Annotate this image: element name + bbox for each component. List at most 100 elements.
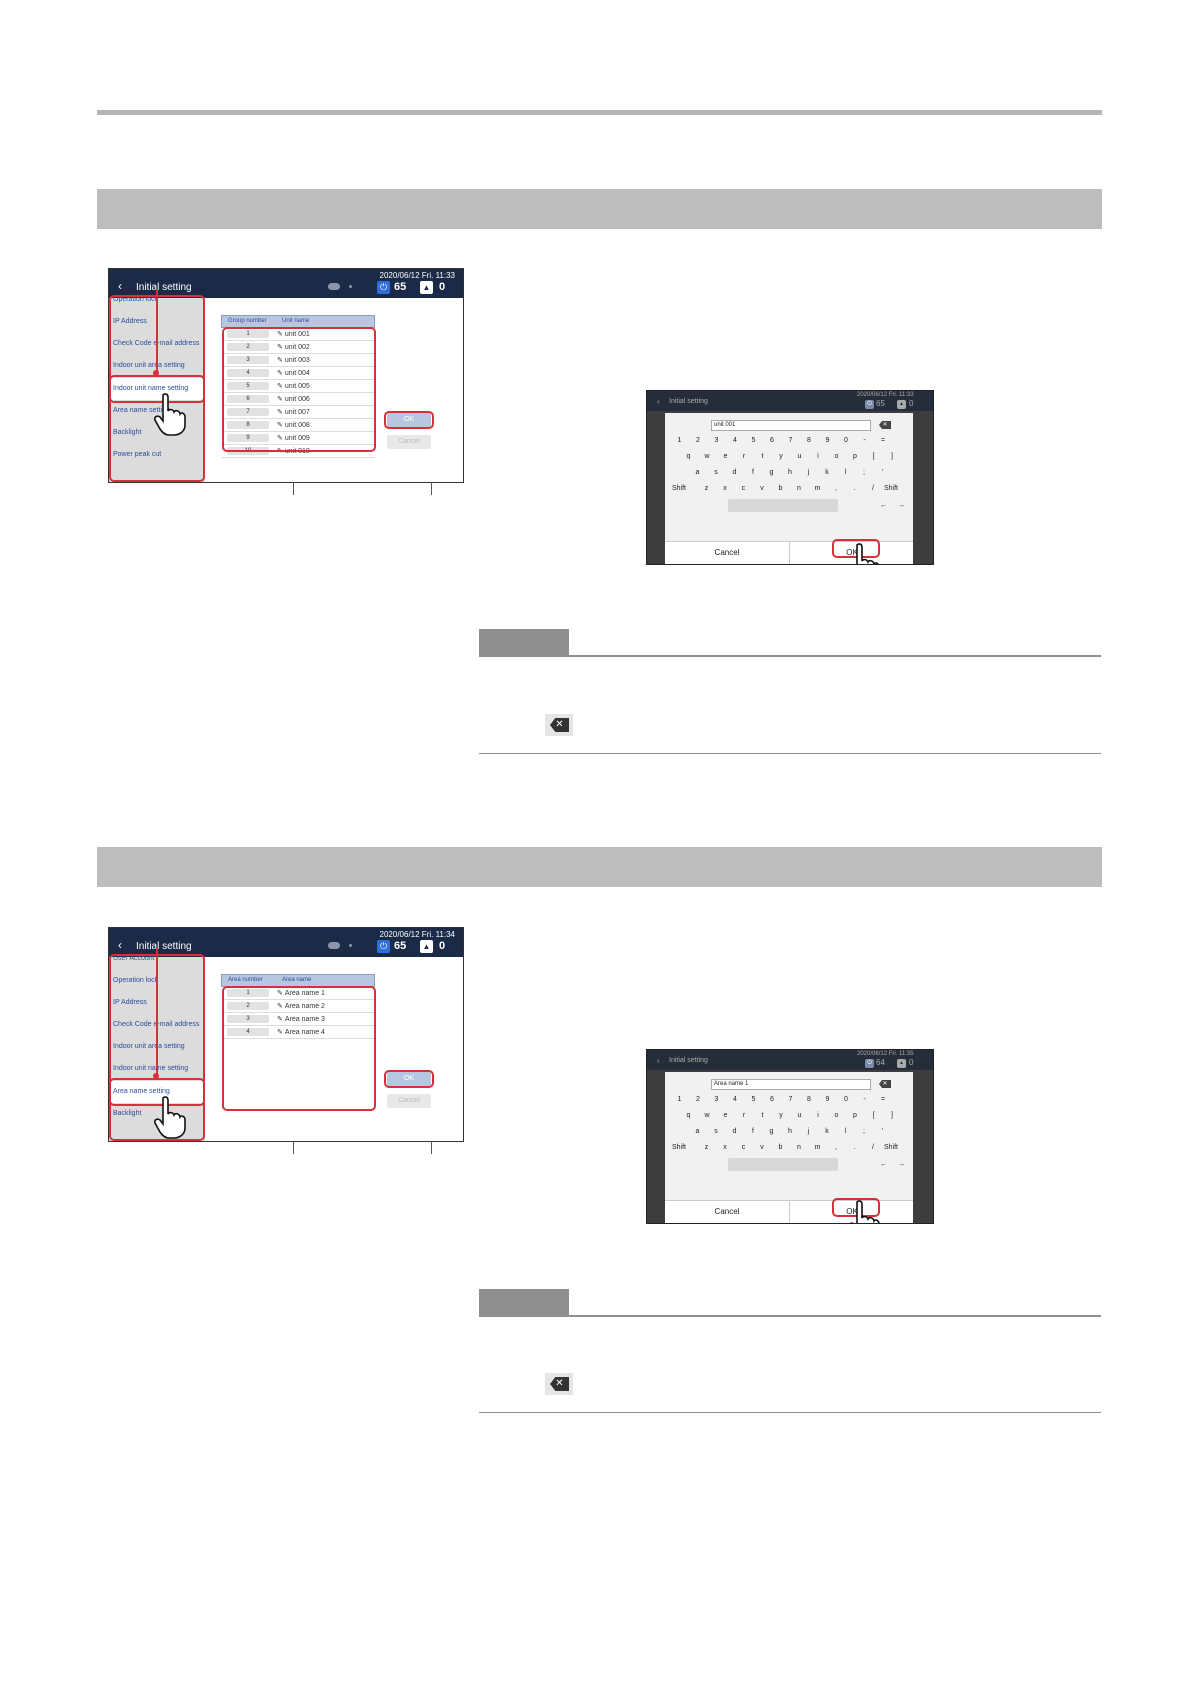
keyboard-key[interactable]: 8 bbox=[803, 1092, 816, 1105]
keyboard-key[interactable]: ← bbox=[877, 498, 890, 511]
cancel-button[interactable]: Cancel bbox=[387, 435, 431, 449]
keyboard-key[interactable]: u bbox=[793, 449, 806, 462]
keyboard-key[interactable]: y bbox=[775, 1108, 788, 1121]
keyboard-key[interactable]: t bbox=[756, 449, 769, 462]
keyboard-key[interactable]: m bbox=[811, 481, 824, 494]
keyboard-key[interactable]: ] bbox=[886, 449, 899, 462]
keyboard-key[interactable]: → bbox=[895, 1157, 908, 1170]
keyboard-key[interactable]: w bbox=[701, 1108, 714, 1121]
keyboard-key[interactable]: Shift bbox=[667, 1140, 691, 1153]
keyboard-key[interactable]: w bbox=[701, 449, 714, 462]
keyboard-key[interactable]: z bbox=[700, 1140, 713, 1153]
keyboard-key[interactable]: - bbox=[858, 433, 871, 446]
keyboard-key[interactable]: h bbox=[784, 465, 797, 478]
keyboard-key[interactable]: . bbox=[848, 481, 861, 494]
keyboard-key[interactable]: f bbox=[747, 465, 760, 478]
keyboard-key[interactable]: g bbox=[765, 465, 778, 478]
keyboard-key[interactable]: 1 bbox=[673, 433, 686, 446]
keyboard-key[interactable]: = bbox=[877, 433, 890, 446]
back-arrow-icon[interactable]: ‹ bbox=[657, 397, 660, 406]
backspace-icon[interactable]: ✕ bbox=[879, 1080, 891, 1088]
keyboard-key[interactable]: s bbox=[710, 1124, 723, 1137]
keyboard-key[interactable]: b bbox=[774, 481, 787, 494]
keyboard-key[interactable]: k bbox=[821, 465, 834, 478]
keyboard-key[interactable]: 2 bbox=[692, 433, 705, 446]
keyboard-key[interactable]: 7 bbox=[784, 433, 797, 446]
keyboard-key[interactable]: 3 bbox=[710, 1092, 723, 1105]
keyboard-key[interactable]: j bbox=[802, 465, 815, 478]
cancel-button[interactable]: Cancel bbox=[665, 542, 789, 564]
keyboard-key[interactable]: 6 bbox=[766, 433, 779, 446]
keyboard-key[interactable]: 0 bbox=[840, 1092, 853, 1105]
keyboard-key[interactable]: v bbox=[756, 481, 769, 494]
keyboard-key[interactable]: g bbox=[765, 1124, 778, 1137]
keyboard-key[interactable]: p bbox=[849, 1108, 862, 1121]
back-arrow-icon[interactable]: ‹ bbox=[118, 939, 122, 951]
keyboard-key[interactable]: 4 bbox=[729, 1092, 742, 1105]
keyboard-key[interactable]: - bbox=[858, 1092, 871, 1105]
keyboard-key[interactable]: j bbox=[802, 1124, 815, 1137]
keyboard-key[interactable]: e bbox=[719, 449, 732, 462]
keyboard-key[interactable]: 9 bbox=[821, 1092, 834, 1105]
keyboard-key[interactable]: x bbox=[719, 1140, 732, 1153]
keyboard-key[interactable]: / bbox=[867, 1140, 880, 1153]
keyboard-key[interactable]: 1 bbox=[673, 1092, 686, 1105]
keyboard-key[interactable]: [ bbox=[867, 1108, 880, 1121]
keyboard-key[interactable]: , bbox=[830, 481, 843, 494]
keyboard-key[interactable]: v bbox=[756, 1140, 769, 1153]
keyboard-key[interactable]: k bbox=[821, 1124, 834, 1137]
keyboard-key[interactable]: 3 bbox=[710, 433, 723, 446]
keyboard-key[interactable]: i bbox=[812, 449, 825, 462]
cancel-button[interactable]: Cancel bbox=[665, 1201, 789, 1223]
keyboard-key[interactable]: 5 bbox=[747, 433, 760, 446]
keyboard-key[interactable]: f bbox=[747, 1124, 760, 1137]
keyboard-key[interactable]: → bbox=[895, 498, 908, 511]
keyboard-key[interactable]: o bbox=[830, 1108, 843, 1121]
keyboard-key[interactable]: ] bbox=[886, 1108, 899, 1121]
keyboard-key[interactable]: b bbox=[774, 1140, 787, 1153]
keyboard-key[interactable]: x bbox=[719, 481, 732, 494]
keyboard-key[interactable]: n bbox=[793, 481, 806, 494]
keyboard-key[interactable]: Shift bbox=[667, 481, 691, 494]
backspace-icon[interactable]: ✕ bbox=[879, 421, 891, 429]
keyboard-key[interactable]: a bbox=[691, 465, 704, 478]
keyboard-key[interactable]: d bbox=[728, 465, 741, 478]
space-key[interactable] bbox=[728, 499, 838, 512]
text-input[interactable]: Area name 1 bbox=[711, 1079, 871, 1090]
text-input[interactable]: unit 001 bbox=[711, 420, 871, 431]
keyboard-key[interactable]: [ bbox=[867, 449, 880, 462]
keyboard-key[interactable]: l bbox=[839, 1124, 852, 1137]
keyboard-key[interactable]: 4 bbox=[729, 433, 742, 446]
keyboard-key[interactable]: , bbox=[830, 1140, 843, 1153]
keyboard-key[interactable]: ; bbox=[858, 465, 871, 478]
back-arrow-icon[interactable]: ‹ bbox=[118, 280, 122, 292]
keyboard-key[interactable]: q bbox=[682, 449, 695, 462]
keyboard-key[interactable]: r bbox=[738, 449, 751, 462]
back-arrow-icon[interactable]: ‹ bbox=[657, 1056, 660, 1065]
keyboard-key[interactable]: o bbox=[830, 449, 843, 462]
keyboard-key[interactable]: c bbox=[737, 1140, 750, 1153]
keyboard-key[interactable]: q bbox=[682, 1108, 695, 1121]
keyboard-key[interactable]: r bbox=[738, 1108, 751, 1121]
keyboard-key[interactable]: d bbox=[728, 1124, 741, 1137]
cancel-button[interactable]: Cancel bbox=[387, 1094, 431, 1108]
keyboard-key[interactable]: ' bbox=[876, 1124, 889, 1137]
space-key[interactable] bbox=[728, 1158, 838, 1171]
keyboard-key[interactable]: s bbox=[710, 465, 723, 478]
keyboard-key[interactable]: n bbox=[793, 1140, 806, 1153]
keyboard-key[interactable]: Shift bbox=[879, 481, 903, 494]
keyboard-key[interactable]: z bbox=[700, 481, 713, 494]
keyboard-key[interactable]: i bbox=[812, 1108, 825, 1121]
keyboard-key[interactable]: = bbox=[877, 1092, 890, 1105]
keyboard-key[interactable]: 5 bbox=[747, 1092, 760, 1105]
keyboard-key[interactable]: h bbox=[784, 1124, 797, 1137]
keyboard-key[interactable]: . bbox=[848, 1140, 861, 1153]
toggle-icon[interactable] bbox=[328, 942, 340, 949]
keyboard-key[interactable]: m bbox=[811, 1140, 824, 1153]
keyboard-key[interactable]: l bbox=[839, 465, 852, 478]
keyboard-key[interactable]: y bbox=[775, 449, 788, 462]
keyboard-key[interactable]: 2 bbox=[692, 1092, 705, 1105]
keyboard-key[interactable]: 7 bbox=[784, 1092, 797, 1105]
keyboard-key[interactable]: u bbox=[793, 1108, 806, 1121]
keyboard-key[interactable]: ' bbox=[876, 465, 889, 478]
